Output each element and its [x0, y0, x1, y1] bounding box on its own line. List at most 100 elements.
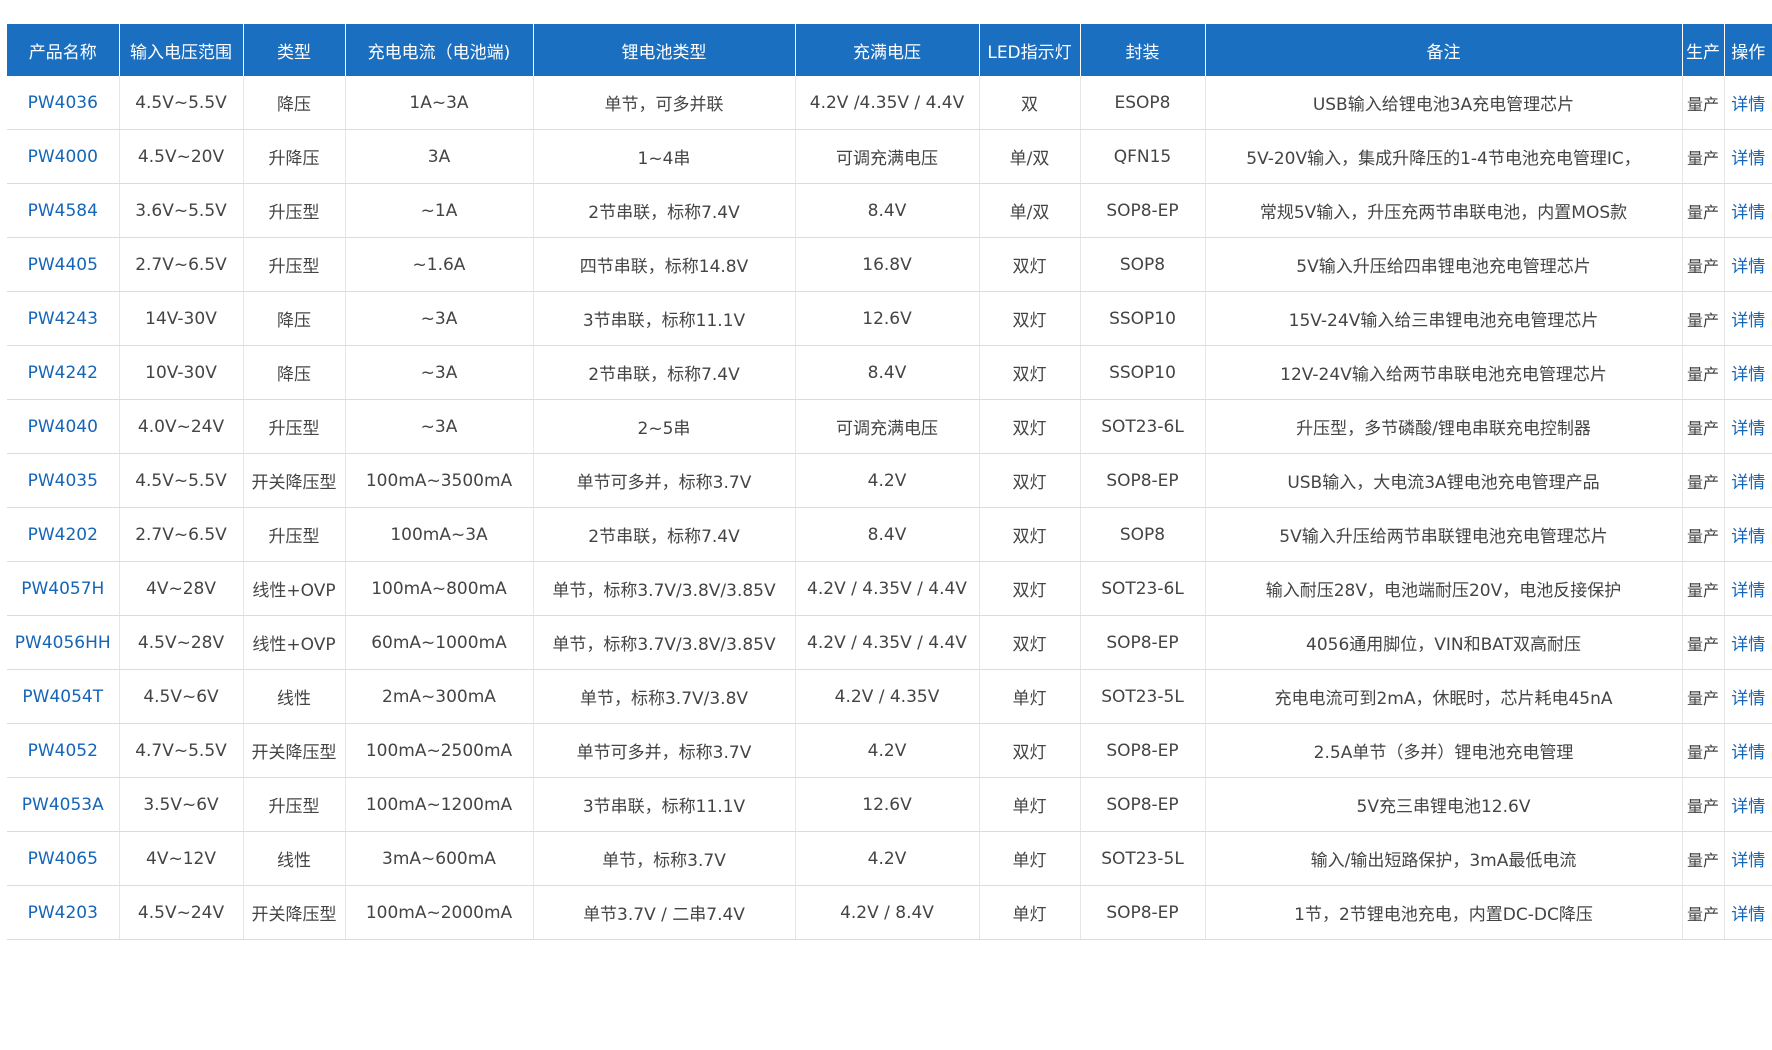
production-status-cell: 量产: [1682, 237, 1725, 292]
product-name-link[interactable]: PW4065: [7, 831, 120, 886]
input-voltage-cell: 4.7V~5.5V: [119, 723, 244, 778]
type-cell: 升压型: [243, 507, 346, 562]
detail-link[interactable]: 详情: [1724, 777, 1772, 832]
input-voltage-cell: 4.5V~28V: [119, 615, 244, 670]
package-cell: SOT23-5L: [1080, 831, 1206, 886]
production-status-cell: 量产: [1682, 777, 1725, 832]
table-body: PW4036 4.5V~5.5V 降压 1A~3A 单节，可多并联 4.2V /4.35V…: [7, 76, 1772, 940]
product-name-link[interactable]: PW4056HH: [7, 615, 120, 670]
package-cell: SOP8-EP: [1080, 777, 1206, 832]
production-status-cell: 量产: [1682, 615, 1725, 670]
product-name-link[interactable]: PW4052: [7, 723, 120, 778]
input-voltage-cell: 4V~28V: [119, 561, 244, 616]
product-name-link[interactable]: PW4035: [7, 453, 120, 508]
type-cell: 降压: [243, 76, 346, 130]
type-cell: 降压: [243, 345, 346, 400]
package-cell: SOP8: [1080, 237, 1206, 292]
type-cell: 开关降压型: [243, 723, 346, 778]
detail-link[interactable]: 详情: [1724, 237, 1772, 292]
battery-type-cell: 3节串联，标称11.1V: [533, 291, 796, 346]
product-name-link[interactable]: PW4202: [7, 507, 120, 562]
input-voltage-cell: 14V-30V: [119, 291, 244, 346]
input-voltage-cell: 4.5V~20V: [119, 129, 244, 184]
full-voltage-cell: 4.2V: [795, 831, 980, 886]
table-row: PW4243 14V-30V 降压 ~3A 3节串联，标称11.1V 12.6V 双灯 SSO…: [7, 291, 1772, 346]
led-cell: 双灯: [979, 561, 1081, 616]
table-row: PW4036 4.5V~5.5V 降压 1A~3A 单节，可多并联 4.2V /4.35V…: [7, 76, 1772, 130]
header-type: 类型: [243, 24, 346, 76]
led-cell: 双灯: [979, 615, 1081, 670]
package-cell: SOP8: [1080, 507, 1206, 562]
detail-link[interactable]: 详情: [1724, 507, 1772, 562]
detail-link[interactable]: 详情: [1724, 885, 1772, 940]
type-cell: 线性: [243, 831, 346, 886]
charge-current-cell: 60mA~1000mA: [345, 615, 534, 670]
charge-current-cell: ~1A: [345, 183, 534, 238]
product-name-link[interactable]: PW4053A: [7, 777, 120, 832]
notes-cell: 1节，2节锂电池充电，内置DC-DC降压: [1205, 885, 1683, 940]
led-cell: 双灯: [979, 453, 1081, 508]
charge-current-cell: ~3A: [345, 345, 534, 400]
notes-cell: 5V-20V输入，集成升降压的1-4节电池充电管理IC，: [1205, 129, 1683, 184]
notes-cell: 12V-24V输入给两节串联电池充电管理芯片: [1205, 345, 1683, 400]
charge-current-cell: 3mA~600mA: [345, 831, 534, 886]
production-status-cell: 量产: [1682, 291, 1725, 346]
input-voltage-cell: 2.7V~6.5V: [119, 237, 244, 292]
full-voltage-cell: 4.2V / 4.35V / 4.4V: [795, 561, 980, 616]
product-name-link[interactable]: PW4040: [7, 399, 120, 454]
notes-cell: 输入耐压28V，电池端耐压20V，电池反接保护: [1205, 561, 1683, 616]
detail-link[interactable]: 详情: [1724, 561, 1772, 616]
product-name-link[interactable]: PW4000: [7, 129, 120, 184]
table-row: PW4052 4.7V~5.5V 开关降压型 100mA~2500mA 单节可多并，标称…: [7, 723, 1772, 778]
detail-link[interactable]: 详情: [1724, 76, 1772, 130]
notes-cell: 15V-24V输入给三串锂电池充电管理芯片: [1205, 291, 1683, 346]
product-name-link[interactable]: PW4242: [7, 345, 120, 400]
input-voltage-cell: 4V~12V: [119, 831, 244, 886]
type-cell: 升压型: [243, 777, 346, 832]
product-name-link[interactable]: PW4036: [7, 76, 120, 130]
header-battery-type: 锂电池类型: [533, 24, 796, 76]
detail-link[interactable]: 详情: [1724, 723, 1772, 778]
battery-type-cell: 2节串联，标称7.4V: [533, 183, 796, 238]
table-row: PW4065 4V~12V 线性 3mA~600mA 单节，标称3.7V 4.2V 单灯 SO…: [7, 831, 1772, 886]
full-voltage-cell: 12.6V: [795, 291, 980, 346]
detail-link[interactable]: 详情: [1724, 291, 1772, 346]
detail-link[interactable]: 详情: [1724, 831, 1772, 886]
full-voltage-cell: 8.4V: [795, 507, 980, 562]
header-full-voltage: 充满电压: [795, 24, 980, 76]
package-cell: SOT23-6L: [1080, 561, 1206, 616]
production-status-cell: 量产: [1682, 76, 1725, 130]
product-name-link[interactable]: PW4405: [7, 237, 120, 292]
detail-link[interactable]: 详情: [1724, 399, 1772, 454]
battery-type-cell: 1~4串: [533, 129, 796, 184]
header-notes: 备注: [1205, 24, 1683, 76]
production-status-cell: 量产: [1682, 669, 1725, 724]
table-row: PW4054T 4.5V~6V 线性 2mA~300mA 单节，标称3.7V/3.8V 4…: [7, 669, 1772, 724]
battery-type-cell: 单节3.7V / 二串7.4V: [533, 885, 796, 940]
production-status-cell: 量产: [1682, 183, 1725, 238]
full-voltage-cell: 4.2V / 4.35V / 4.4V: [795, 615, 980, 670]
detail-link[interactable]: 详情: [1724, 345, 1772, 400]
detail-link[interactable]: 详情: [1724, 183, 1772, 238]
table-header-row: 产品名称 输入电压范围 类型 充电电流（电池端) 锂电池类型 充满电压 LED指…: [7, 24, 1772, 76]
detail-link[interactable]: 详情: [1724, 615, 1772, 670]
product-name-link[interactable]: PW4057H: [7, 561, 120, 616]
battery-type-cell: 2~5串: [533, 399, 796, 454]
product-name-link[interactable]: PW4203: [7, 885, 120, 940]
detail-link[interactable]: 详情: [1724, 129, 1772, 184]
type-cell: 开关降压型: [243, 453, 346, 508]
detail-link[interactable]: 详情: [1724, 669, 1772, 724]
product-name-link[interactable]: PW4054T: [7, 669, 120, 724]
package-cell: SOT23-6L: [1080, 399, 1206, 454]
full-voltage-cell: 可调充满电压: [795, 129, 980, 184]
product-name-link[interactable]: PW4584: [7, 183, 120, 238]
product-name-link[interactable]: PW4243: [7, 291, 120, 346]
notes-cell: 输入/输出短路保护，3mA最低电流: [1205, 831, 1683, 886]
header-product-name: 产品名称: [7, 24, 120, 76]
input-voltage-cell: 4.5V~5.5V: [119, 76, 244, 130]
charge-current-cell: ~3A: [345, 291, 534, 346]
product-table-container: 产品名称 输入电压范围 类型 充电电流（电池端) 锂电池类型 充满电压 LED指…: [7, 24, 1772, 940]
table-row: PW4584 3.6V~5.5V 升压型 ~1A 2节串联，标称7.4V 8.4V 单/双 S…: [7, 183, 1772, 238]
detail-link[interactable]: 详情: [1724, 453, 1772, 508]
header-action: 操作: [1724, 24, 1772, 76]
